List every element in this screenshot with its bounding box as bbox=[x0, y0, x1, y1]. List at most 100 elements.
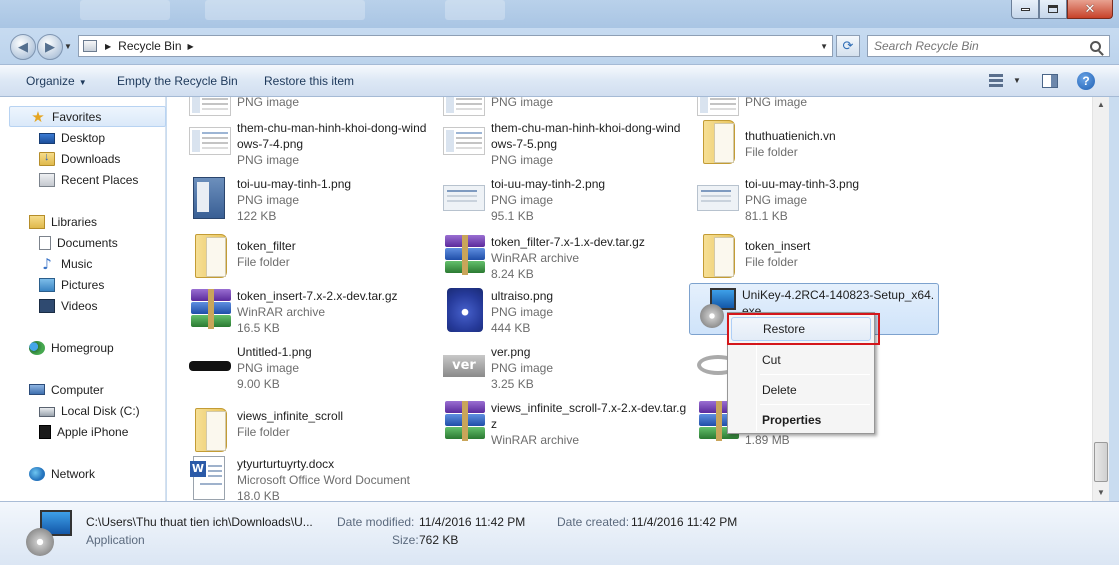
file-tile[interactable]: them-chu-man-hinh-khoi-dong-windows-7-5.… bbox=[439, 117, 689, 167]
file-tile[interactable]: ver ver.png PNG image 3.25 KB bbox=[439, 341, 689, 391]
file-size: 16.5 KB bbox=[237, 321, 280, 335]
nav-favorites[interactable]: ★ Favorites bbox=[9, 106, 166, 127]
empty-recycle-bin-button[interactable]: Empty the Recycle Bin bbox=[117, 74, 238, 88]
file-type: File folder bbox=[237, 255, 290, 269]
ver-thumbnail-icon: ver bbox=[443, 355, 485, 377]
png-thumbnail-icon bbox=[443, 127, 485, 155]
vertical-scrollbar[interactable]: ▲ ▼ bbox=[1092, 97, 1109, 501]
refresh-button[interactable]: ⟳ bbox=[836, 35, 860, 57]
file-tile[interactable]: toi-uu-may-tinh-3.png PNG image 81.1 KB bbox=[693, 173, 943, 223]
address-bar[interactable]: ▶ Recycle Bin ▶ ▼ bbox=[78, 35, 833, 57]
context-menu-properties[interactable]: Properties bbox=[731, 408, 871, 432]
nav-downloads[interactable]: Downloads bbox=[9, 148, 166, 169]
nav-recent-places[interactable]: Recent Places bbox=[9, 169, 166, 190]
file-tile[interactable]: them-chu-man-hinh-khoi-dong-windows-7-4.… bbox=[185, 117, 435, 167]
file-tile[interactable]: toi-uu-may-tinh-1.png PNG image 122 KB bbox=[185, 173, 435, 223]
nav-label: Recent Places bbox=[61, 172, 139, 187]
maximize-button[interactable] bbox=[1039, 0, 1067, 19]
file-tile[interactable]: ytyurturtuyrty.docx Microsoft Office Wor… bbox=[185, 453, 435, 501]
file-tile[interactable]: token_filter-7.x-1.x-dev.tar.gz WinRAR a… bbox=[439, 231, 689, 281]
file-type: File folder bbox=[237, 425, 290, 439]
file-size: 8.24 KB bbox=[491, 267, 534, 281]
recent-pages-dropdown[interactable]: ▼ bbox=[64, 42, 72, 51]
file-type: PNG image bbox=[237, 361, 300, 375]
nav-computer[interactable]: Computer bbox=[9, 379, 166, 400]
organize-label: Organize bbox=[26, 74, 75, 88]
documents-icon bbox=[39, 235, 51, 250]
view-dropdown-icon[interactable]: ▼ bbox=[1013, 76, 1021, 85]
file-name: views_infinite_scroll-7.x-2.x-dev.tar.gz bbox=[491, 401, 687, 431]
close-button[interactable]: ✕ bbox=[1067, 0, 1113, 19]
nav-pictures[interactable]: Pictures bbox=[9, 274, 166, 295]
view-options-icon[interactable] bbox=[989, 74, 1003, 88]
context-menu-delete[interactable]: Delete bbox=[731, 378, 871, 402]
star-icon: ★ bbox=[31, 107, 45, 126]
maximize-icon bbox=[1048, 5, 1058, 13]
nav-videos[interactable]: Videos bbox=[9, 295, 166, 316]
file-tile[interactable]: toi-uu-may-tinh-2.png PNG image 95.1 KB bbox=[439, 173, 689, 223]
forward-button[interactable]: ▶ bbox=[37, 34, 63, 60]
organize-button[interactable]: Organize ▼ bbox=[26, 74, 87, 88]
help-button[interactable]: ? bbox=[1077, 72, 1095, 90]
title-bar-ghost bbox=[205, 0, 365, 20]
file-tile[interactable]: ultraiso.png PNG image 444 KB bbox=[439, 285, 689, 335]
title-bar: ✕ bbox=[0, 0, 1119, 28]
file-tile[interactable]: token_insert File folder bbox=[693, 231, 943, 281]
png-thumbnail-icon bbox=[189, 127, 231, 155]
file-tile[interactable]: Untitled-1.png PNG image 9.00 KB bbox=[185, 341, 435, 391]
recycle-bin-icon bbox=[83, 40, 97, 52]
nav-desktop[interactable]: Desktop bbox=[9, 127, 166, 148]
file-type: WinRAR archive bbox=[237, 305, 326, 319]
minimize-button[interactable] bbox=[1011, 0, 1039, 19]
png-thumbnail-icon bbox=[443, 97, 485, 116]
context-menu-cut[interactable]: Cut bbox=[731, 348, 871, 372]
search-icon[interactable] bbox=[1090, 40, 1101, 52]
breadcrumb-recycle-bin[interactable]: Recycle Bin bbox=[118, 39, 181, 53]
nav-homegroup[interactable]: Homegroup bbox=[9, 337, 166, 358]
folder-icon bbox=[703, 234, 735, 278]
png-thumbnail-icon bbox=[443, 185, 485, 211]
scroll-down-icon[interactable]: ▼ bbox=[1093, 485, 1109, 501]
nav-apple-iphone[interactable]: Apple iPhone bbox=[9, 421, 166, 442]
preview-pane-button[interactable] bbox=[1042, 74, 1058, 88]
details-size-value: 762 KB bbox=[419, 533, 459, 547]
nav-label: Libraries bbox=[51, 214, 98, 229]
file-tile[interactable]: views_infinite_scroll-7.x-2.x-dev.tar.gz… bbox=[439, 397, 689, 447]
context-menu-separator bbox=[760, 374, 870, 375]
file-name: ytyurturtuyrty.docx bbox=[237, 457, 335, 471]
music-note-icon: ♪ bbox=[42, 254, 52, 273]
nav-music[interactable]: ♪ Music bbox=[9, 253, 166, 274]
nav-libraries[interactable]: Libraries bbox=[9, 211, 166, 232]
file-tile[interactable]: thuthuatienich.vn File folder bbox=[693, 117, 943, 167]
file-name: ver.png bbox=[491, 345, 531, 359]
nav-network[interactable]: Network bbox=[9, 463, 166, 484]
file-name: token_insert-7.x-2.x-dev.tar.gz bbox=[237, 289, 398, 303]
file-name: token_insert bbox=[745, 239, 811, 253]
search-box[interactable] bbox=[867, 35, 1110, 57]
file-type: PNG image bbox=[237, 153, 300, 167]
details-created-value: 11/4/2016 11:42 PM bbox=[631, 515, 738, 529]
file-tile[interactable]: token_insert-7.x-2.x-dev.tar.gz WinRAR a… bbox=[185, 285, 435, 335]
file-type: PNG image bbox=[237, 97, 300, 109]
address-dropdown-icon[interactable]: ▼ bbox=[820, 42, 828, 51]
videos-icon bbox=[39, 298, 55, 313]
nav-local-disk[interactable]: Local Disk (C:) bbox=[9, 400, 166, 421]
breadcrumb-arrow-icon[interactable]: ▶ bbox=[105, 42, 111, 51]
file-name: toi-uu-may-tinh-3.png bbox=[745, 177, 860, 191]
restore-item-button[interactable]: Restore this item bbox=[264, 74, 354, 88]
scrollbar-thumb[interactable] bbox=[1094, 442, 1108, 482]
file-size: 9.00 KB bbox=[237, 377, 280, 391]
file-type: PNG image bbox=[491, 153, 554, 167]
nav-label: Pictures bbox=[61, 277, 105, 292]
pictures-icon bbox=[39, 277, 55, 292]
search-input[interactable] bbox=[874, 39, 1090, 53]
back-button[interactable]: ◀ bbox=[10, 34, 36, 60]
breadcrumb-arrow-icon[interactable]: ▶ bbox=[188, 42, 194, 51]
nav-documents[interactable]: Documents bbox=[9, 232, 166, 253]
file-tile[interactable]: token_filter File folder bbox=[185, 231, 435, 281]
details-created-label: Date created: bbox=[557, 515, 630, 529]
png-thumbnail-icon bbox=[189, 361, 231, 371]
nav-label: Desktop bbox=[61, 130, 106, 145]
file-tile[interactable]: views_infinite_scroll File folder bbox=[185, 405, 435, 455]
scroll-up-icon[interactable]: ▲ bbox=[1093, 97, 1109, 113]
